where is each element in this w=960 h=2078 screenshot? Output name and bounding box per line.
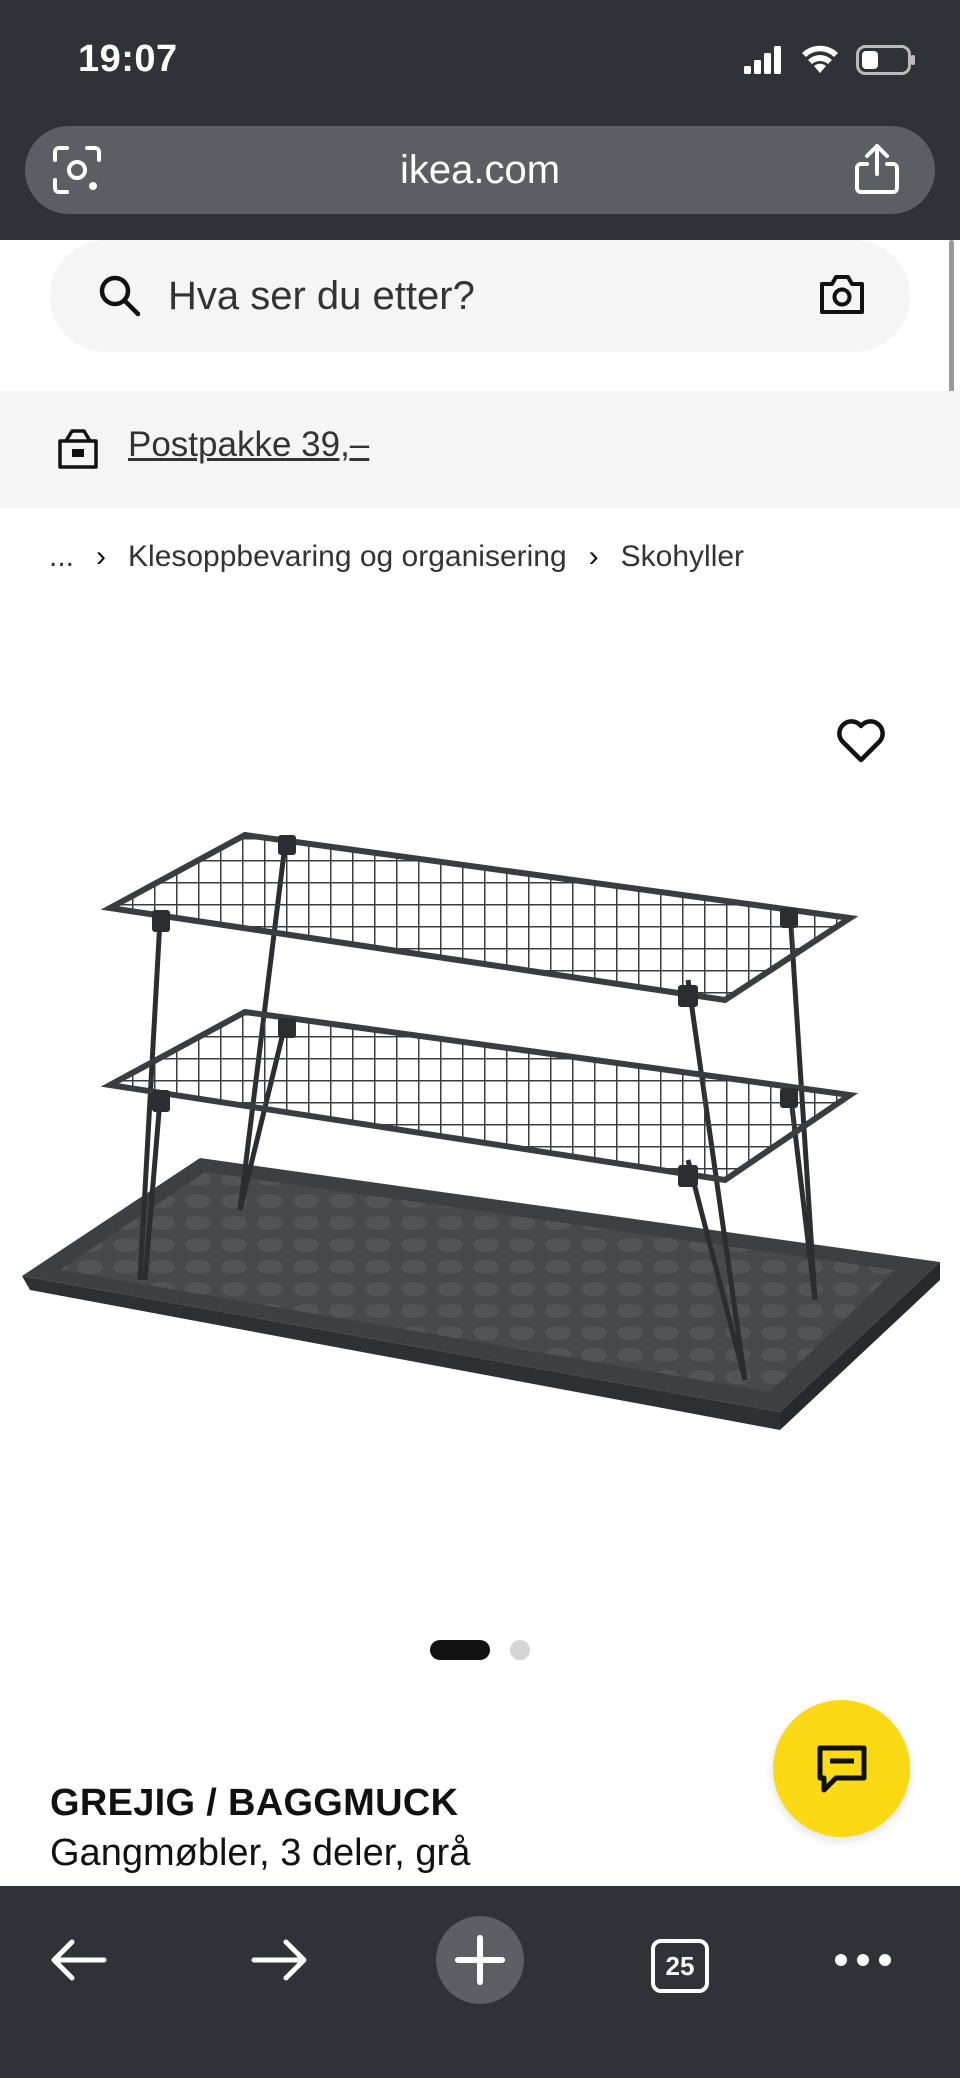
more-dots-icon <box>835 1954 891 1966</box>
back-button[interactable] <box>38 1920 118 2000</box>
browser-top-chrome: 19:07 ikea.com <box>0 0 960 240</box>
shoe-rack-illustration <box>22 831 940 1430</box>
address-bar[interactable]: ikea.com <box>25 126 935 214</box>
arrow-right-icon <box>251 1939 307 1981</box>
new-tab-button[interactable] <box>436 1916 524 2004</box>
cellular-signal-icon <box>744 46 781 74</box>
product-description: Gangmøbler, 3 deler, grå <box>50 1832 471 1874</box>
scroll-indicator <box>949 240 954 410</box>
chat-icon <box>817 1745 867 1793</box>
image-carousel-dots <box>430 1640 530 1660</box>
url-text[interactable]: ikea.com <box>25 148 935 193</box>
heart-icon[interactable] <box>836 718 886 764</box>
search-placeholder[interactable]: Hva ser du etter? <box>168 274 475 319</box>
status-icons <box>744 40 916 80</box>
share-icon[interactable] <box>853 142 901 196</box>
shipping-banner[interactable]: Postpakke 39,– <box>0 391 960 508</box>
breadcrumb: ... › Klesoppbevaring og organisering › … <box>49 540 744 574</box>
browser-bottom-toolbar: 25 <box>0 1886 960 2078</box>
camera-icon[interactable] <box>818 272 866 316</box>
product-name[interactable]: GREJIG / BAGGMUCK <box>50 1782 458 1825</box>
plus-icon <box>455 1935 505 1985</box>
package-icon <box>58 429 98 469</box>
arrow-left-icon <box>51 1939 107 1981</box>
status-time: 19:07 <box>78 38 178 80</box>
forward-button[interactable] <box>240 1920 320 2000</box>
carousel-dot-active[interactable] <box>430 1640 490 1660</box>
chat-button[interactable] <box>773 1700 910 1837</box>
wifi-icon <box>802 45 838 73</box>
product-image[interactable] <box>0 640 960 1600</box>
chevron-right-icon: › <box>588 540 599 573</box>
battery-icon <box>856 45 915 75</box>
carousel-dot[interactable] <box>510 1640 530 1660</box>
breadcrumb-item-category[interactable]: Klesoppbevaring og organisering <box>128 540 567 574</box>
more-button[interactable] <box>823 1920 903 2000</box>
breadcrumb-item-current[interactable]: Skohyller <box>621 540 744 574</box>
shipping-banner-link[interactable]: Postpakke 39,– <box>128 425 369 465</box>
search-icon <box>99 275 141 317</box>
chevron-right-icon: › <box>96 540 107 573</box>
tab-switcher-button[interactable]: 25 <box>651 1939 709 1993</box>
breadcrumb-item-ellipsis[interactable]: ... <box>49 540 74 574</box>
search-input[interactable]: Hva ser du etter? <box>50 240 910 352</box>
